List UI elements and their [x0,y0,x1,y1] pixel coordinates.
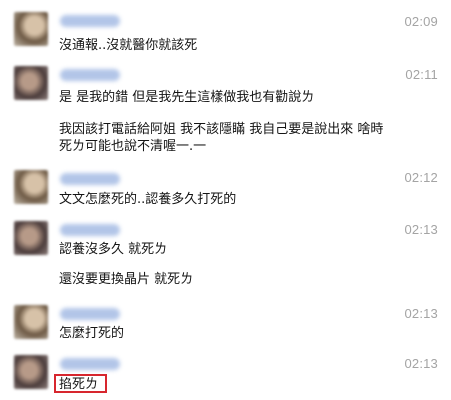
avatar[interactable] [14,305,48,339]
red-highlight-box [54,374,107,393]
message-text: 還沒要更換晶片 就死ㄌ [59,272,194,287]
sender-name-blurred [60,15,120,27]
sender-name-blurred [60,69,120,81]
timestamp: 02:09 [404,14,438,29]
timestamp: 02:13 [404,222,438,237]
sender-name-blurred [60,224,120,236]
chat-log: 02:09 沒通報..沒就醫你就該死 02:11 是 是我的錯 但是我先生這樣做… [0,0,451,400]
message-text: 文文怎麼死的..認養多久打死的 [59,192,237,207]
avatar[interactable] [14,170,48,204]
sender-name-blurred [60,308,120,320]
avatar[interactable] [14,221,48,255]
timestamp: 02:11 [405,67,438,82]
sender-name-blurred [60,173,120,185]
sender-name-blurred [60,358,120,370]
timestamp: 02:13 [404,356,438,371]
message-text: 是 是我的錯 但是我先生這樣做我也有勸說ㄌ [59,90,315,105]
timestamp: 02:12 [404,170,438,185]
timestamp: 02:13 [404,306,438,321]
message-text: 沒通報..沒就醫你就該死 [59,38,198,53]
avatar[interactable] [14,12,48,46]
message-text: 認養沒多久 就死ㄌ [59,242,168,257]
message-text: 怎麼打死的 [59,326,125,341]
avatar[interactable] [14,66,48,100]
avatar[interactable] [14,355,48,389]
message-text: 我因該打電話給阿姐 我不該隱瞞 我自己要是說出來 啥時死ㄌ可能也說不清喔一.一 [59,122,384,154]
